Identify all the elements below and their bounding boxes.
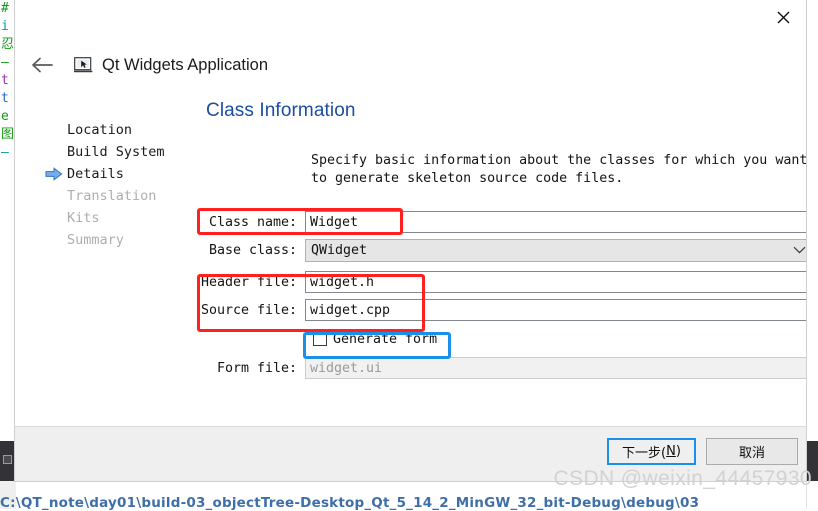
class-information-form: Class name: Base class: QWidget Header f… bbox=[201, 211, 806, 385]
class-name-label: Class name: bbox=[208, 214, 297, 230]
wizard-content-pane: Class Information Specify basic informat… bbox=[201, 100, 806, 186]
source-file-input[interactable] bbox=[305, 299, 806, 321]
wizard-step-translation[interactable]: Translation bbox=[51, 185, 201, 207]
wizard-step-label: Location bbox=[67, 122, 133, 138]
generate-form-checkbox[interactable] bbox=[313, 332, 327, 346]
wizard-step-kits[interactable]: Kits bbox=[51, 207, 201, 229]
base-class-value: QWidget bbox=[311, 242, 368, 258]
cancel-button[interactable]: 取消 bbox=[706, 438, 798, 465]
wizard-step-label: Details bbox=[67, 166, 124, 182]
form-file-input bbox=[305, 357, 806, 379]
wizard-step-location[interactable]: Location bbox=[51, 119, 201, 141]
qt-widgets-app-icon bbox=[73, 55, 93, 75]
form-file-row: Form file: bbox=[201, 357, 806, 379]
wizard-step-summary[interactable]: Summary bbox=[51, 229, 201, 251]
dialog-title-bar bbox=[15, 0, 806, 40]
class-name-row: Class name: bbox=[201, 211, 806, 233]
page-title: Class Information bbox=[206, 100, 356, 121]
wizard-step-details[interactable]: Details bbox=[45, 163, 201, 185]
header-file-label: Header file: bbox=[201, 274, 298, 290]
wizard-step-label: Translation bbox=[67, 188, 157, 204]
wizard-step-build-system[interactable]: Build System bbox=[51, 141, 201, 163]
source-file-row: Source file: bbox=[201, 299, 806, 321]
class-name-input[interactable] bbox=[305, 211, 806, 233]
close-icon[interactable] bbox=[760, 0, 806, 34]
wizard-step-label: Kits bbox=[67, 210, 100, 226]
next-button-mnemonic: N bbox=[666, 444, 676, 459]
background-panel-marker bbox=[3, 455, 12, 464]
cancel-button-label: 取消 bbox=[738, 446, 765, 461]
wizard-step-label: Build System bbox=[67, 144, 165, 160]
generate-form-label: Generate form bbox=[333, 331, 438, 347]
base-class-label: Base class: bbox=[208, 242, 297, 258]
wizard-title: Qt Widgets Application bbox=[102, 55, 268, 74]
header-file-row: Header file: bbox=[201, 271, 806, 293]
watermark: CSDN @weixin_44457930 bbox=[553, 467, 812, 490]
source-file-label: Source file: bbox=[201, 302, 298, 318]
generate-form-row: Generate form bbox=[313, 327, 806, 351]
back-arrow-icon[interactable] bbox=[25, 48, 59, 82]
wizard-header: Qt Widgets Application bbox=[15, 48, 268, 82]
wizard-step-list: Location Build System Details Translatio… bbox=[45, 119, 201, 251]
base-class-select[interactable]: QWidget bbox=[305, 238, 806, 262]
header-file-input[interactable] bbox=[305, 271, 806, 293]
background-right-sliver bbox=[806, 0, 818, 509]
next-button-suffix: ) bbox=[675, 444, 681, 459]
next-button[interactable]: 下一步(N) bbox=[607, 438, 696, 465]
chevron-down-icon bbox=[793, 244, 806, 257]
page-description: Specify basic information about the clas… bbox=[311, 153, 807, 186]
current-step-arrow-icon bbox=[45, 167, 63, 181]
next-button-prefix: 下一步( bbox=[622, 446, 667, 461]
base-class-row: Base class: QWidget bbox=[201, 238, 806, 262]
qt-wizard-dialog: Qt Widgets Application Location Build Sy… bbox=[14, 0, 807, 482]
wizard-step-label: Summary bbox=[67, 232, 124, 248]
form-file-label: Form file: bbox=[216, 360, 297, 376]
background-dark-panel-sliver bbox=[0, 441, 14, 481]
